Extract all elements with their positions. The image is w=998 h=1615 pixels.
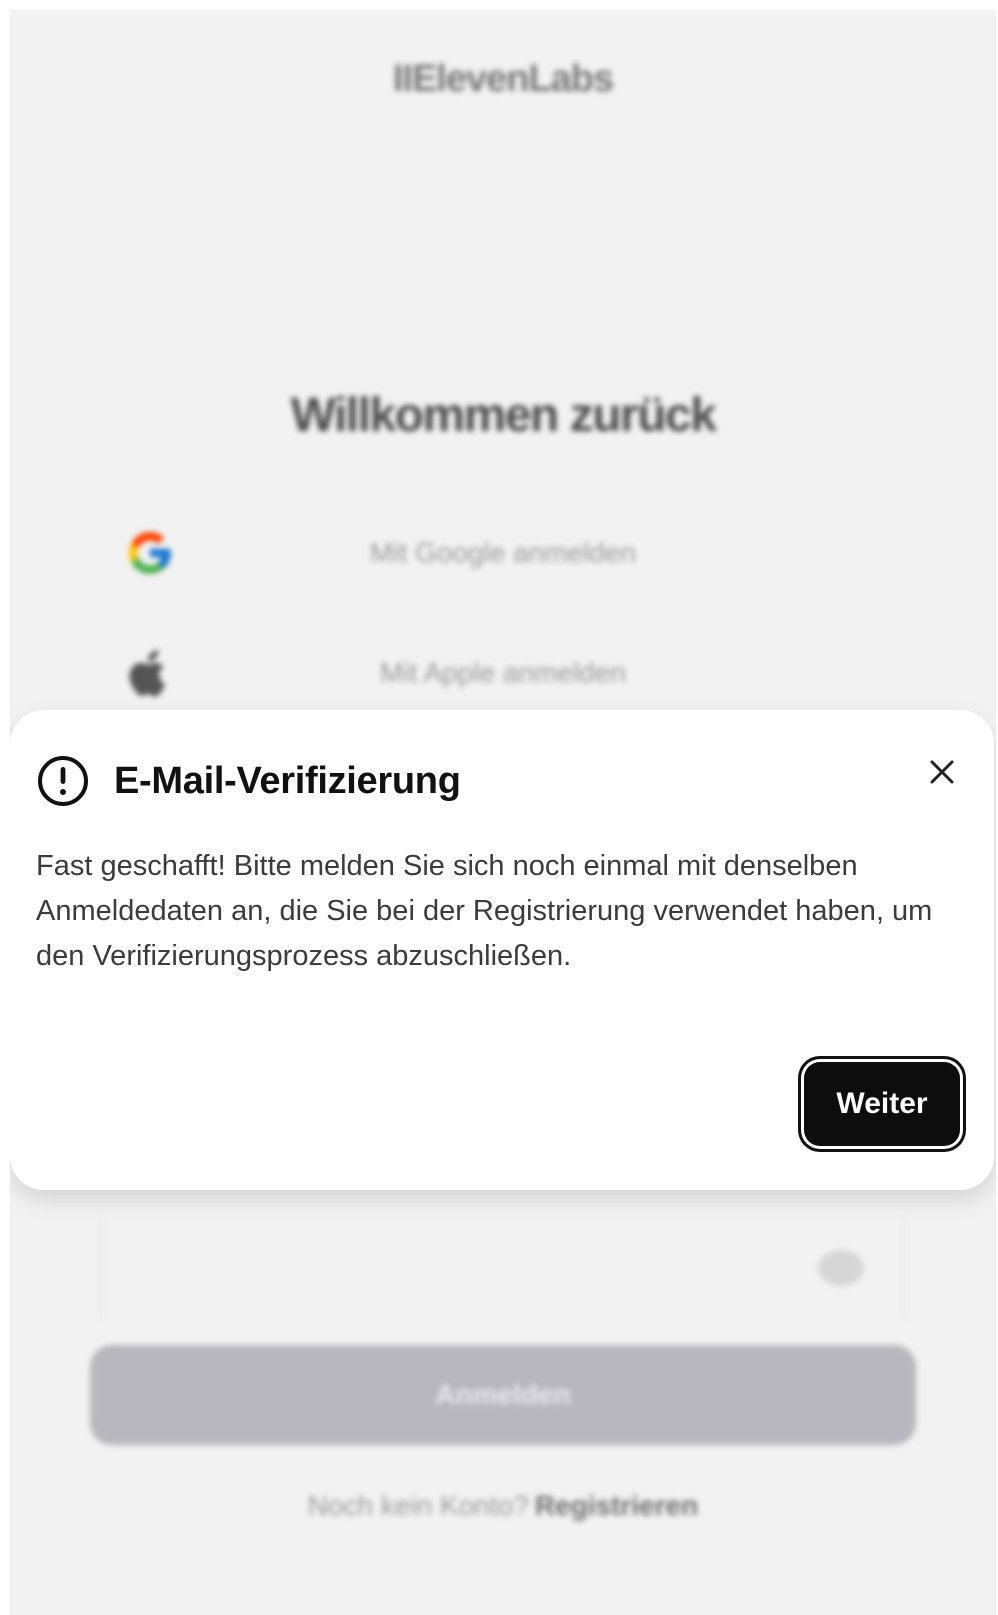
signup-prompt: Noch kein Konto? [307,1490,529,1521]
signin-button[interactable]: Anmelden [90,1345,916,1445]
signin-button-label: Anmelden [435,1379,571,1410]
page-heading: Willkommen zurück [290,389,717,442]
continue-button[interactable]: Weiter [804,1062,960,1146]
signup-line: Noch kein Konto? Registrieren [10,1490,996,1522]
close-icon [930,760,954,784]
close-button[interactable] [924,754,960,790]
dialog-title: E-Mail-Verifizierung [114,759,461,802]
google-icon [120,523,180,583]
apple-icon [120,643,180,703]
apple-signin-button[interactable]: Mit Apple anmelden [100,638,906,708]
brand-logo: IIElevenLabs [392,58,614,100]
signup-link[interactable]: Registrieren [535,1490,698,1521]
google-signin-button[interactable]: Mit Google anmelden [100,518,906,588]
eye-icon[interactable] [818,1250,864,1286]
password-field[interactable] [100,1220,906,1320]
dialog-message: Fast geschafft! Bitte melden Sie sich no… [36,850,933,972]
alert-circle-icon [38,756,88,806]
email-verification-dialog: E-Mail-Verifizierung Fast geschafft! Bit… [10,710,994,1190]
dialog-header: E-Mail-Verifizierung [36,754,914,808]
screen: IIElevenLabs Willkommen zurück Mit Googl… [10,10,996,1615]
apple-signin-label: Mit Apple anmelden [380,657,626,688]
google-signin-label: Mit Google anmelden [369,537,637,568]
